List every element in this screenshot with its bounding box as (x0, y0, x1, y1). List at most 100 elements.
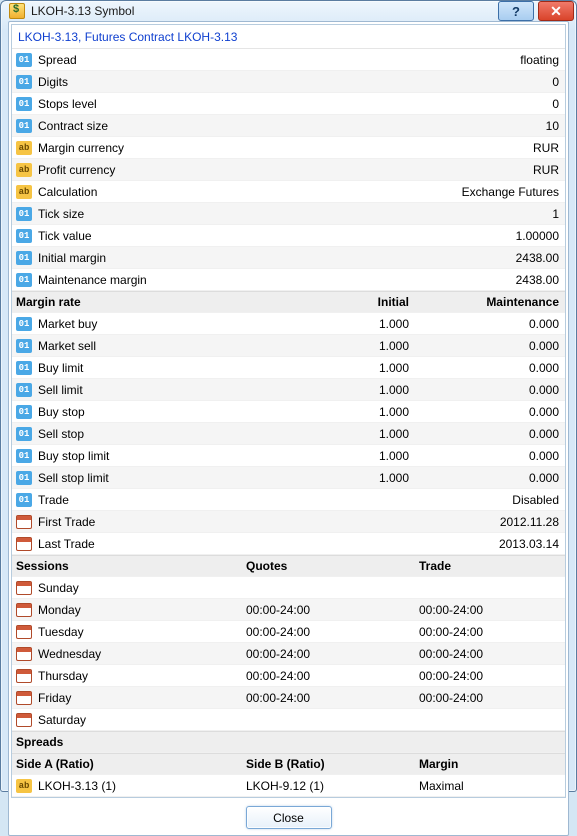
property-row[interactable]: abProfit currencyRUR (12, 159, 565, 181)
margin-rate-initial: 1.000 (289, 383, 409, 397)
numeric-icon: 01 (16, 97, 32, 111)
spread-side-b: LKOH-9.12 (1) (246, 779, 419, 793)
property-label: Initial margin (38, 251, 516, 265)
numeric-icon: 01 (16, 449, 32, 463)
session-row[interactable]: Saturday (12, 709, 565, 731)
session-row[interactable]: Tuesday00:00-24:0000:00-24:00 (12, 621, 565, 643)
sessions-header: Sessions Quotes Trade (12, 555, 565, 577)
string-icon: ab (16, 141, 32, 155)
margin-rate-row[interactable]: 01Sell stop limit1.0000.000 (12, 467, 565, 489)
spread-row[interactable]: abLKOH-3.13 (1)LKOH-9.12 (1)Maximal (12, 775, 565, 797)
property-label: Stops level (38, 97, 552, 111)
numeric-icon: 01 (16, 493, 32, 507)
properties-panel: LKOH-3.13, Futures Contract LKOH-3.13 01… (11, 24, 566, 798)
dialog-window: LKOH-3.13 Symbol ? ✕ LKOH-3.13, Futures … (0, 0, 577, 792)
spreads-header-margin: Margin (419, 757, 559, 771)
session-row[interactable]: Friday00:00-24:0000:00-24:00 (12, 687, 565, 709)
property-row[interactable]: 01Tick size1 (12, 203, 565, 225)
property-label: Spread (38, 53, 520, 67)
session-row[interactable]: Sunday (12, 577, 565, 599)
numeric-icon: 01 (16, 75, 32, 89)
property-row[interactable]: 01Tick value1.00000 (12, 225, 565, 247)
session-day: Friday (16, 691, 246, 705)
margin-rate-label: 01Buy stop (16, 405, 289, 419)
margin-rate-row[interactable]: 01Buy limit1.0000.000 (12, 357, 565, 379)
trade-label: Last Trade (38, 537, 499, 551)
help-button[interactable]: ? (498, 1, 534, 21)
numeric-icon: 01 (16, 229, 32, 243)
property-row[interactable]: abCalculationExchange Futures (12, 181, 565, 203)
margin-rate-row[interactable]: 01Sell limit1.0000.000 (12, 379, 565, 401)
session-day: Saturday (16, 713, 246, 727)
session-quotes: 00:00-24:00 (246, 625, 419, 639)
margin-rate-initial: 1.000 (289, 471, 409, 485)
numeric-icon: 01 (16, 471, 32, 485)
session-quotes: 00:00-24:00 (246, 691, 419, 705)
session-day: Wednesday (16, 647, 246, 661)
margin-rate-maintenance: 0.000 (409, 383, 559, 397)
spreads-header: Side A (Ratio) Side B (Ratio) Margin (12, 753, 565, 775)
numeric-icon: 01 (16, 339, 32, 353)
window-close-button[interactable]: ✕ (538, 1, 574, 21)
margin-rate-label: 01Buy limit (16, 361, 289, 375)
app-icon (9, 3, 25, 19)
property-value: 2438.00 (516, 273, 559, 287)
session-trade: 00:00-24:00 (419, 625, 559, 639)
property-row[interactable]: 01Digits0 (12, 71, 565, 93)
session-row[interactable]: Thursday00:00-24:0000:00-24:00 (12, 665, 565, 687)
margin-rate-row[interactable]: 01Buy stop1.0000.000 (12, 401, 565, 423)
margin-rate-row[interactable]: 01Buy stop limit1.0000.000 (12, 445, 565, 467)
session-trade: 00:00-24:00 (419, 691, 559, 705)
trade-row[interactable]: First Trade2012.11.28 (12, 511, 565, 533)
calendar-icon (16, 691, 32, 705)
margin-rate-row[interactable]: 01Market sell1.0000.000 (12, 335, 565, 357)
numeric-icon: 01 (16, 207, 32, 221)
margin-rate-label: 01Sell stop limit (16, 471, 289, 485)
window-title: LKOH-3.13 Symbol (31, 4, 494, 18)
calendar-icon (16, 603, 32, 617)
spreads-header-a: Side A (Ratio) (16, 757, 246, 771)
trade-value: 2012.11.28 (500, 515, 559, 529)
margin-rate-maintenance: 0.000 (409, 405, 559, 419)
trade-value: 2013.03.14 (499, 537, 559, 551)
property-row[interactable]: 01Spreadfloating (12, 49, 565, 71)
calendar-icon (16, 625, 32, 639)
spread-margin: Maximal (419, 779, 559, 793)
margin-rate-row[interactable]: 01Sell stop1.0000.000 (12, 423, 565, 445)
close-button[interactable]: Close (246, 806, 332, 829)
client-area: LKOH-3.13, Futures Contract LKOH-3.13 01… (8, 21, 569, 836)
property-row[interactable]: 01Contract size10 (12, 115, 565, 137)
session-quotes: 00:00-24:00 (246, 669, 419, 683)
session-trade: 00:00-24:00 (419, 669, 559, 683)
calendar-icon (16, 669, 32, 683)
property-row[interactable]: 01Stops level0 (12, 93, 565, 115)
property-value: Exchange Futures (462, 185, 559, 199)
session-day: Monday (16, 603, 246, 617)
margin-rate-row[interactable]: 01Market buy1.0000.000 (12, 313, 565, 335)
trade-row[interactable]: 01TradeDisabled (12, 489, 565, 511)
numeric-icon: 01 (16, 317, 32, 331)
session-row[interactable]: Wednesday00:00-24:0000:00-24:00 (12, 643, 565, 665)
property-value: RUR (533, 163, 559, 177)
margin-rate-initial: 1.000 (289, 361, 409, 375)
numeric-icon: 01 (16, 361, 32, 375)
property-row[interactable]: abMargin currencyRUR (12, 137, 565, 159)
titlebar[interactable]: LKOH-3.13 Symbol ? ✕ (1, 1, 576, 21)
margin-rate-label: 01Market sell (16, 339, 289, 353)
property-value: 1 (552, 207, 559, 221)
numeric-icon: 01 (16, 53, 32, 67)
trade-label: First Trade (38, 515, 500, 529)
sessions-header-trade: Trade (419, 559, 559, 573)
sessions-header-label: Sessions (16, 559, 246, 573)
calendar-icon (16, 537, 32, 551)
trade-value: Disabled (512, 493, 559, 507)
margin-rate-header-initial: Initial (289, 295, 409, 309)
session-row[interactable]: Monday00:00-24:0000:00-24:00 (12, 599, 565, 621)
session-day: Sunday (16, 581, 246, 595)
property-row[interactable]: 01Maintenance margin2438.00 (12, 269, 565, 291)
session-day: Thursday (16, 669, 246, 683)
spread-side-a: abLKOH-3.13 (1) (16, 779, 246, 793)
session-trade: 00:00-24:00 (419, 603, 559, 617)
trade-row[interactable]: Last Trade2013.03.14 (12, 533, 565, 555)
property-row[interactable]: 01Initial margin2438.00 (12, 247, 565, 269)
